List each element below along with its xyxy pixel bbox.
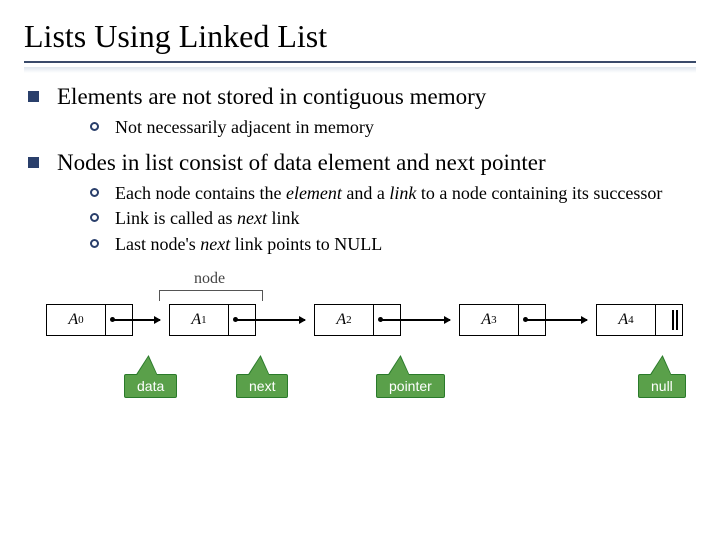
bullet-1-text: Elements are not stored in contiguous me… xyxy=(57,83,486,112)
arrow-icon xyxy=(114,319,160,321)
bullet-1-sub-1-text: Not necessarily adjacent in memory xyxy=(115,116,374,139)
title-underline xyxy=(24,61,696,63)
node-0: A0 xyxy=(46,304,133,336)
callout-next: next xyxy=(236,374,288,398)
linked-list-diagram: node A0 A1 A2 A3 A4 xyxy=(24,270,696,420)
bullet-2-text: Nodes in list consist of data element an… xyxy=(57,149,546,178)
slide-content: Elements are not stored in contiguous me… xyxy=(0,83,720,420)
slide-title: Lists Using Linked List xyxy=(0,0,720,61)
bullet-2-sub-3: Last node's next link points to NULL xyxy=(90,233,696,256)
node-1: A1 xyxy=(169,304,256,336)
arrow-icon xyxy=(237,319,305,321)
circle-bullet-icon xyxy=(90,122,99,131)
bullet-2-sub-2-text: Link is called as next link xyxy=(115,207,299,230)
bullet-2-sub-3-text: Last node's next link points to NULL xyxy=(115,233,382,256)
square-bullet-icon xyxy=(28,91,39,102)
callout-data: data xyxy=(124,374,177,398)
null-terminator-icon xyxy=(676,310,678,330)
bullet-2: Nodes in list consist of data element an… xyxy=(24,149,696,178)
circle-bullet-icon xyxy=(90,213,99,222)
brace-icon xyxy=(159,290,263,301)
bullet-1: Elements are not stored in contiguous me… xyxy=(24,83,696,112)
square-bullet-icon xyxy=(28,157,39,168)
bullet-2-sub-1: Each node contains the element and a lin… xyxy=(90,182,696,205)
bullet-2-sub-2: Link is called as next link xyxy=(90,207,696,230)
circle-bullet-icon xyxy=(90,188,99,197)
node-row: A0 A1 A2 A3 A4 xyxy=(46,304,683,336)
callout-pointer: pointer xyxy=(376,374,445,398)
circle-bullet-icon xyxy=(90,239,99,248)
bullet-2-sub-1-text: Each node contains the element and a lin… xyxy=(115,182,662,205)
node-2: A2 xyxy=(314,304,401,336)
arrow-icon xyxy=(527,319,587,321)
node-4: A4 xyxy=(596,304,683,336)
arrow-icon xyxy=(382,319,450,321)
bullet-1-sub-1: Not necessarily adjacent in memory xyxy=(90,116,696,139)
title-fade xyxy=(24,67,696,73)
callout-null: null xyxy=(638,374,686,398)
node-brace-label: node xyxy=(194,270,225,288)
node-3: A3 xyxy=(459,304,546,336)
